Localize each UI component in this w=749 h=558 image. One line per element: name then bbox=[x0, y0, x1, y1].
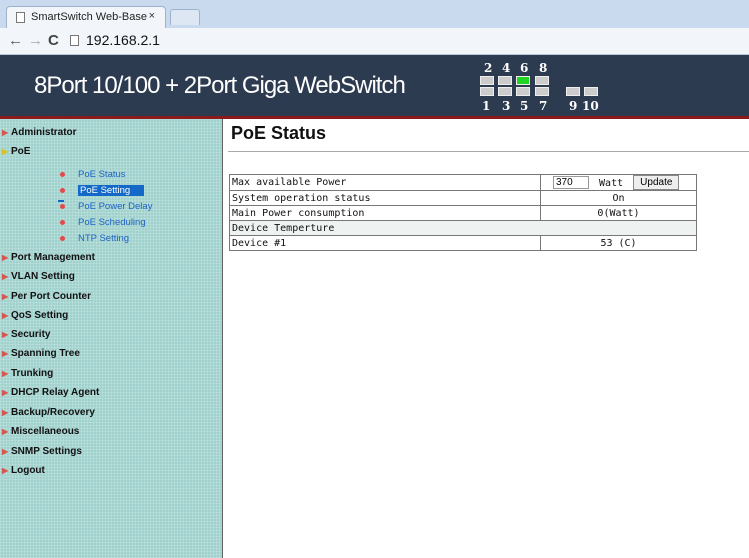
arrow-icon: ▶ bbox=[2, 447, 9, 456]
browser-tab-bar: SmartSwitch Web-Base × bbox=[0, 0, 749, 28]
submenu-poe-setting[interactable]: PoE Setting bbox=[60, 185, 145, 196]
sidebar-item-spanning-tree[interactable]: ▶ Spanning Tree bbox=[2, 348, 80, 359]
sidebar-item-snmp-settings[interactable]: ▶ SNMP Settings bbox=[2, 446, 82, 457]
sidebar-item-administrator[interactable]: ▶ Administrator bbox=[2, 127, 77, 138]
sidebar-item-security[interactable]: ▶ Security bbox=[2, 329, 50, 340]
submenu-poe-status[interactable]: PoE Status bbox=[60, 169, 126, 180]
reload-icon[interactable]: C bbox=[48, 32, 59, 50]
max-power-input[interactable] bbox=[553, 176, 589, 189]
arrow-icon: ▶ bbox=[2, 369, 9, 378]
tab-title: SmartSwitch Web-Base bbox=[31, 11, 147, 23]
table-row: Main Power consumption 0(Watt) bbox=[229, 205, 697, 221]
arrow-icon: ▶ bbox=[2, 466, 9, 475]
arrow-icon: ▶ bbox=[2, 408, 9, 417]
page-icon bbox=[70, 35, 79, 46]
max-power-label: Max available Power bbox=[229, 174, 541, 191]
port-6-indicator bbox=[516, 76, 530, 85]
submenu-poe-scheduling[interactable]: PoE Scheduling bbox=[60, 217, 146, 228]
port-number: 4 bbox=[502, 61, 511, 75]
poe-status-table: Max available Power Watt Update System o… bbox=[229, 174, 697, 251]
system-status-label: System operation status bbox=[229, 190, 541, 206]
sidebar-item-logout[interactable]: ▶ Logout bbox=[2, 465, 45, 476]
sidebar-menu: ▶ Administrator ▶ PoE PoE Status PoE Setti… bbox=[0, 119, 223, 558]
page-title: PoE Status bbox=[231, 123, 327, 143]
tab-close-icon[interactable]: × bbox=[149, 10, 155, 22]
port-2-indicator bbox=[480, 87, 494, 96]
forward-arrow-icon[interactable]: → bbox=[28, 32, 43, 50]
port-10-indicator bbox=[584, 87, 598, 96]
arrow-icon: ▶ bbox=[2, 388, 9, 397]
port-number: 3 bbox=[502, 99, 511, 113]
arrow-icon: ▶ bbox=[2, 349, 9, 358]
sidebar-item-backup-recovery[interactable]: ▶ Backup/Recovery bbox=[2, 407, 95, 418]
watt-unit: Watt bbox=[599, 177, 624, 189]
port-number: 7 bbox=[539, 99, 548, 113]
back-arrow-icon[interactable]: ← bbox=[8, 32, 23, 50]
port-9-indicator bbox=[566, 87, 580, 96]
arrow-icon: ▶ bbox=[2, 427, 9, 436]
update-button[interactable]: Update bbox=[633, 175, 680, 190]
submenu-ntp-setting[interactable]: NTP Setting bbox=[60, 233, 129, 244]
table-row: System operation status On bbox=[229, 190, 697, 206]
sidebar-item-per-port-counter[interactable]: ▶ Per Port Counter bbox=[2, 291, 91, 302]
arrow-icon: ▶ bbox=[2, 330, 9, 339]
sidebar-item-dhcp-relay-agent[interactable]: ▶ DHCP Relay Agent bbox=[2, 387, 99, 398]
sidebar-item-vlan-setting[interactable]: ▶ VLAN Setting bbox=[2, 271, 75, 282]
submenu-poe-power-delay[interactable]: PoE Power Delay bbox=[60, 201, 152, 212]
main-power-label: Main Power consumption bbox=[229, 205, 541, 221]
divider bbox=[228, 151, 749, 152]
address-bar[interactable]: 192.168.2.1 bbox=[86, 32, 160, 48]
bullet-icon bbox=[60, 203, 65, 209]
port-number: 1 bbox=[482, 99, 491, 113]
sidebar-item-poe[interactable]: ▶ PoE bbox=[2, 146, 30, 157]
browser-tab[interactable]: SmartSwitch Web-Base × bbox=[6, 6, 166, 28]
bullet-icon bbox=[60, 219, 65, 225]
system-status-value: On bbox=[540, 190, 697, 206]
port-number: 6 bbox=[520, 61, 529, 75]
sidebar-item-trunking[interactable]: ▶ Trunking bbox=[2, 368, 53, 379]
app-header: 8Port 10/100 + 2Port Giga WebSwitch 2 4 … bbox=[0, 55, 749, 119]
sidebar-item-miscellaneous[interactable]: ▶ Miscellaneous bbox=[2, 426, 79, 437]
open-arrow-icon: ▶ bbox=[2, 147, 9, 156]
device1-temp-value: 53 (C) bbox=[540, 235, 697, 251]
sidebar-item-port-management[interactable]: ▶ Port Management bbox=[2, 252, 95, 263]
browser-toolbar: ← → C 192.168.2.1 bbox=[0, 28, 749, 55]
table-row: Max available Power Watt Update bbox=[229, 174, 697, 191]
main-power-value: 0(Watt) bbox=[540, 205, 697, 221]
device-temp-header: Device Temperture bbox=[229, 220, 697, 236]
device1-label: Device #1 bbox=[229, 235, 541, 251]
port-number: 5 bbox=[520, 99, 529, 113]
port-number: 9 bbox=[569, 99, 578, 113]
port-7-indicator bbox=[535, 87, 549, 96]
arrow-icon: ▶ bbox=[2, 253, 9, 262]
bullet-icon bbox=[60, 171, 65, 177]
bullet-icon bbox=[60, 235, 65, 241]
port-number: 8 bbox=[539, 61, 548, 75]
table-row: Device Temperture bbox=[229, 220, 697, 236]
bullet-icon bbox=[60, 187, 65, 193]
port-4-indicator bbox=[498, 87, 512, 96]
arrow-icon: ▶ bbox=[2, 292, 9, 301]
port-number: 2 bbox=[484, 61, 493, 75]
arrow-icon: ▶ bbox=[2, 128, 9, 137]
new-tab-button[interactable] bbox=[170, 9, 200, 25]
table-row: Device #1 53 (C) bbox=[229, 235, 697, 251]
port-5-indicator bbox=[516, 87, 530, 96]
port-8-indicator bbox=[535, 76, 549, 85]
arrow-icon: ▶ bbox=[2, 311, 9, 320]
port-1-indicator bbox=[480, 76, 494, 85]
page-icon bbox=[16, 12, 25, 23]
max-power-cell: Watt Update bbox=[540, 174, 697, 191]
product-title: 8Port 10/100 + 2Port Giga WebSwitch bbox=[34, 72, 406, 99]
port-number: 10 bbox=[582, 99, 599, 113]
port-status-panel: 2 4 6 8 1 3 5 7 9 10 bbox=[478, 61, 628, 117]
port-3-indicator bbox=[498, 76, 512, 85]
sidebar-item-qos-setting[interactable]: ▶ QoS Setting bbox=[2, 310, 68, 321]
arrow-icon: ▶ bbox=[2, 272, 9, 281]
